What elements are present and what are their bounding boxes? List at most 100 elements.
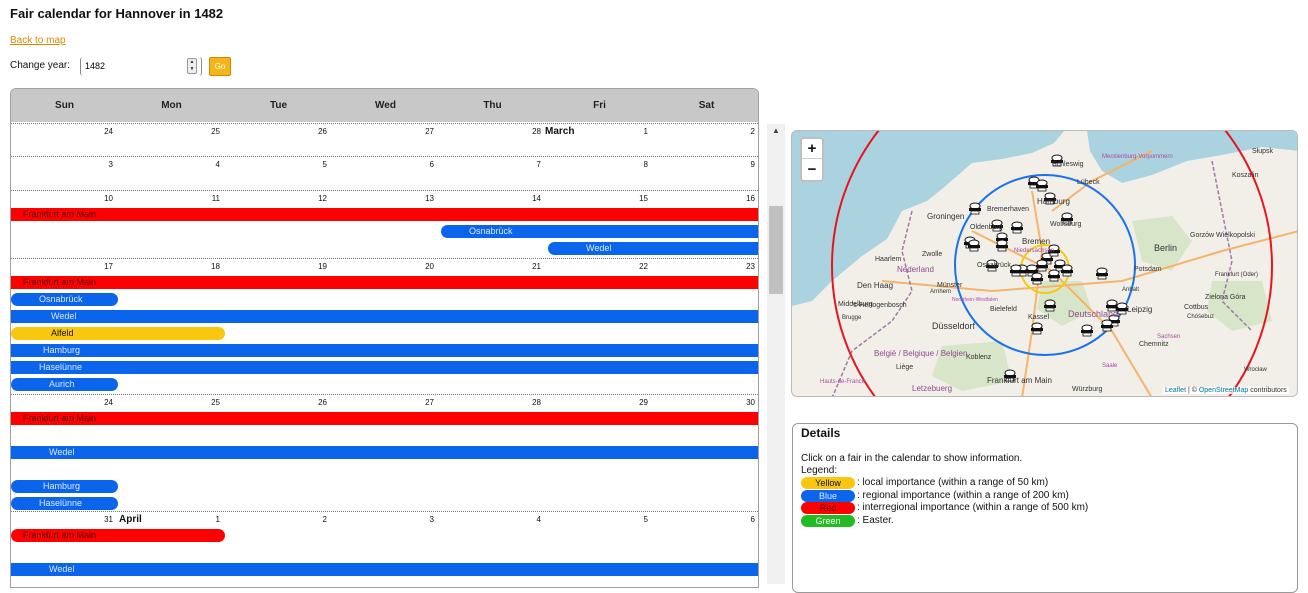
fair-bar[interactable]: Hamburg [11, 344, 758, 357]
fair-bar[interactable]: Haselünne [11, 497, 118, 510]
day-number: 24 [104, 398, 113, 407]
fair-bar-label: Wedel [49, 564, 75, 574]
day-number: 31 [104, 515, 113, 524]
fair-marker-icon[interactable] [1048, 269, 1060, 282]
fair-bar[interactable]: Frankfurt am Main [11, 208, 758, 221]
day-number: 27 [425, 127, 434, 136]
scrollbar-thumb[interactable] [769, 206, 783, 294]
place-label: Wolfsburg [1050, 221, 1081, 228]
day-number: 6 [750, 515, 755, 524]
back-to-map-link[interactable]: Back to map [10, 35, 66, 46]
fair-marker-icon[interactable] [1036, 179, 1048, 192]
year-input[interactable] [85, 59, 181, 73]
day-number: 19 [318, 262, 327, 271]
year-stepper: ▲▼ [80, 57, 202, 76]
fair-bar[interactable]: Wedel [11, 446, 758, 459]
day-number: 24 [104, 127, 113, 136]
fair-bar-label: Frankfurt am Main [23, 530, 97, 540]
day-number: 8 [643, 160, 648, 169]
place-label: Würzburg [1072, 386, 1102, 393]
place-label: Anhalt [1122, 287, 1139, 293]
place-label: Sachsen [1157, 334, 1180, 340]
day-of-week-header: Wed [375, 100, 396, 111]
place-label: Osnabrück [977, 262, 1011, 269]
calendar-scrollbar[interactable]: ▲ [767, 124, 785, 584]
place-label: Zielona Góra [1205, 294, 1246, 301]
day-number: 25 [211, 127, 220, 136]
fair-marker-icon[interactable] [969, 202, 981, 215]
fair-marker-icon[interactable] [1031, 322, 1043, 335]
attribution-separator: | © [1186, 387, 1199, 394]
fair-marker-icon[interactable] [1081, 324, 1093, 337]
zoom-in-button[interactable]: + [802, 139, 822, 159]
fair-marker-icon[interactable] [1036, 259, 1048, 272]
place-label: Hamburg [1037, 197, 1070, 206]
scroll-up-arrow-icon[interactable]: ▲ [767, 124, 785, 138]
fair-marker-icon[interactable] [1010, 264, 1022, 277]
day-number: 1 [643, 127, 648, 136]
fair-bar[interactable]: Osnabrück [11, 293, 118, 306]
fair-bar[interactable]: Alfeld [11, 327, 225, 340]
day-number: 3 [429, 515, 434, 524]
calendar-week: 31 1 2 3 4 5 6 April Frankfurt am Main Wedel [11, 511, 758, 587]
place-label: Frankfurt (Oder) [1215, 272, 1258, 278]
place-label: Koszalin [1232, 172, 1259, 179]
fair-marker-icon[interactable] [1044, 299, 1056, 312]
fair-marker-icon[interactable] [968, 239, 980, 252]
attribution-tail: contributors [1248, 387, 1287, 394]
calendar-week: 10 11 12 13 14 15 16 Frankfurt am Main Osnabrück… [11, 190, 758, 258]
calendar-week: 24 25 26 27 28 1 2 March [11, 123, 758, 156]
go-button[interactable]: Go [209, 57, 231, 76]
fair-bar[interactable]: Frankfurt am Main [11, 412, 758, 425]
place-label: Frankfurt am Main [987, 376, 1052, 385]
place-label: Saale [1102, 363, 1118, 369]
fair-bar-label: Hamburg [43, 481, 81, 491]
fair-marker-icon[interactable] [1096, 267, 1108, 280]
fair-bar[interactable]: Haselünne [11, 361, 758, 374]
place-label: Leipzig [1127, 305, 1152, 314]
place-label: Düsseldorf [932, 321, 976, 331]
year-spinner-arrows-icon[interactable]: ▲ ▼ [187, 58, 197, 74]
fair-map[interactable]: Schleswig Lübeck Mecklenburg-Vorpommern Słu… [791, 130, 1298, 397]
place-label: Koblenz [966, 354, 992, 361]
place-label: Schleswig [1052, 161, 1084, 168]
fair-marker-icon[interactable] [996, 239, 1008, 252]
place-label: Oldenburg [970, 224, 1003, 231]
fair-marker-icon[interactable] [1031, 272, 1043, 285]
fair-bar[interactable]: Frankfurt am Main [11, 276, 758, 289]
calendar-week: 24 25 26 27 28 29 30 Frankfurt am Main Wedel Hamb… [11, 394, 758, 511]
place-label: Den Haag [857, 281, 893, 290]
fair-marker-icon[interactable] [1061, 264, 1073, 277]
fair-bar-label: Alfeld [51, 328, 74, 338]
fair-bar-label: Wedel [51, 311, 77, 321]
zoom-control: + − [800, 137, 824, 182]
place-label: Chóśebuz [1187, 314, 1214, 320]
fair-bar[interactable]: Frankfurt am Main [11, 529, 225, 542]
leaflet-link[interactable]: Leaflet [1165, 387, 1186, 394]
day-number: 6 [429, 160, 434, 169]
legend-color-pill: Green [801, 514, 855, 527]
place-label: Deutschland [1068, 309, 1118, 319]
fair-bar-label: Osnabrück [39, 294, 83, 304]
day-number: 7 [536, 160, 541, 169]
fair-bar[interactable]: Hamburg [11, 480, 118, 493]
legend-heading: Legend: [801, 465, 838, 476]
fair-bar[interactable]: Osnabrück [441, 225, 758, 238]
fair-bar[interactable]: Wedel [11, 563, 758, 576]
fair-marker-icon[interactable] [1011, 221, 1023, 234]
month-label: March [545, 126, 575, 137]
fair-bar[interactable]: Wedel [548, 242, 758, 255]
place-label: Bremen [1022, 237, 1050, 246]
day-number: 21 [532, 262, 541, 271]
place-label: Liège [896, 364, 913, 371]
place-label: Brugge [842, 315, 862, 321]
day-number: 9 [750, 160, 755, 169]
legend-color-pill: Yellow [801, 477, 855, 489]
fair-bar-label: Wedel [586, 243, 612, 253]
zoom-out-button[interactable]: − [802, 160, 822, 180]
fair-marker-icon[interactable] [1101, 319, 1113, 332]
fair-bar[interactable]: Aurich [11, 378, 118, 391]
openstreetmap-link[interactable]: OpenStreetMap [1199, 387, 1248, 394]
legend-color-pill: Red [801, 502, 855, 514]
fair-bar[interactable]: Wedel [11, 310, 758, 323]
